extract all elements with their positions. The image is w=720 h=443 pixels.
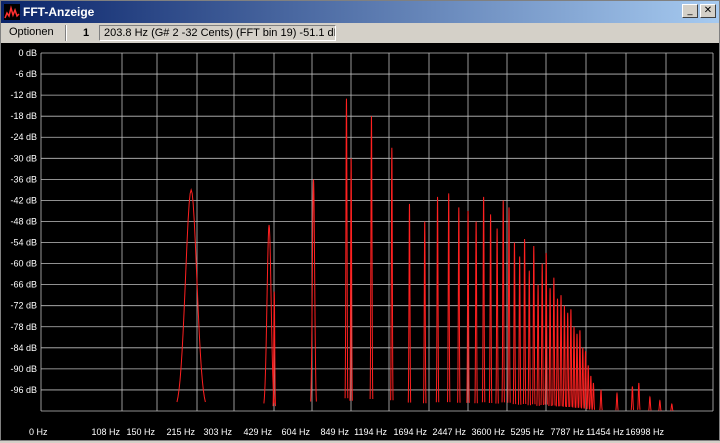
y-tick-label: -18 dB [10, 111, 37, 121]
spectrum-peak [562, 305, 567, 407]
y-axis-labels: 0 dB -6 dB -12 dB -18 dB -24 dB -30 dB -36 dB -… [10, 48, 37, 395]
spectrum-peak [637, 382, 641, 410]
x-tick-label: 2447 Hz [432, 427, 466, 437]
spectrum-peak [575, 333, 579, 408]
fft-plot-area[interactable]: 0 dB -6 dB -12 dB -18 dB -24 dB -30 dB -36 dB -… [1, 43, 719, 440]
y-tick-label: -42 dB [10, 195, 37, 205]
y-tick-label: -72 dB [10, 301, 37, 311]
x-tick-label: 150 Hz [126, 427, 155, 437]
spectrum-peak [532, 246, 536, 405]
spectrum-peak [495, 228, 499, 404]
x-tick-label: 1694 Hz [393, 427, 427, 437]
y-tick-label: -6 dB [15, 69, 37, 79]
spectrum-peak [435, 196, 440, 403]
y-tick-label: -30 dB [10, 153, 37, 163]
y-tick-label: -12 dB [10, 90, 37, 100]
y-tick-label: -48 dB [10, 216, 37, 226]
cursor-readout: 203.8 Hz (G# 2 -32 Cents) (FFT bin 19) -… [99, 25, 336, 41]
x-tick-label: 429 Hz [243, 427, 272, 437]
y-tick-label: 0 dB [18, 48, 37, 58]
spectrum-peak [569, 309, 573, 407]
spectrum-peak [263, 224, 275, 404]
spectrum-peak [407, 203, 412, 403]
spectrum-peak [599, 389, 603, 411]
spectrum-peak [591, 382, 596, 410]
spectrum-peak [552, 277, 556, 406]
toolbar-separator [65, 25, 67, 41]
spectrum-peak [474, 221, 478, 404]
y-tick-label: -36 dB [10, 174, 37, 184]
x-tick-label: 5295 Hz [510, 427, 544, 437]
x-axis-labels: 0 Hz 108 Hz 150 Hz 215 Hz 303 Hz 429 Hz 604 Hz… [29, 427, 664, 437]
x-tick-label: 16998 Hz [625, 427, 664, 437]
y-tick-label: -96 dB [10, 385, 37, 395]
spectrum-peak [390, 147, 394, 401]
close-button[interactable]: ✕ [700, 4, 716, 18]
title-bar[interactable]: FFT-Anzeige _ ✕ [1, 1, 719, 23]
spectrum-peak [670, 403, 674, 411]
y-tick-label: -78 dB [10, 322, 37, 332]
y-tick-label: -54 dB [10, 238, 37, 248]
spectrum-peak [512, 242, 517, 405]
close-icon: ✕ [703, 5, 713, 16]
x-tick-label: 0 Hz [29, 427, 48, 437]
spectrum-peak [658, 399, 662, 411]
spectrum-peak [648, 395, 652, 411]
fft-spectrum-chart[interactable]: 0 dB -6 dB -12 dB -18 dB -24 dB -30 dB -36 dB -… [1, 43, 719, 440]
spectrum-peak [481, 196, 486, 403]
spectrum-traces [176, 98, 674, 411]
y-tick-label: -90 dB [10, 364, 37, 374]
minimize-icon: _ [687, 5, 693, 16]
y-tick-label: -60 dB [10, 259, 37, 269]
y-tick-label: -66 dB [10, 280, 37, 290]
y-tick-label: -24 dB [10, 132, 37, 142]
toolbar: Optionen 1 203.8 Hz (G# 2 -32 Cents) (FF… [1, 23, 719, 43]
chart-grid [40, 52, 714, 412]
x-tick-label: 11454 Hz [586, 427, 624, 437]
spectrum-peak [423, 221, 427, 404]
spectrum-peak [447, 193, 451, 403]
spectrum-peak [517, 256, 522, 405]
y-tick-label: -84 dB [10, 343, 37, 353]
spectrum-peak [501, 200, 505, 403]
spectrum-peak [310, 179, 317, 402]
spectrum-peak [586, 365, 590, 410]
spectrum-peak [572, 326, 576, 408]
x-tick-label: 303 Hz [203, 427, 232, 437]
spectrum-peak [536, 284, 540, 406]
x-tick-label: 1194 Hz [354, 427, 387, 437]
options-menu[interactable]: Optionen [9, 26, 54, 38]
channel-button[interactable]: 1 [79, 25, 93, 41]
minimize-button[interactable]: _ [682, 4, 698, 18]
spectrum-peak [344, 98, 349, 399]
spectrum-peak [527, 270, 531, 406]
x-tick-label: 604 Hz [281, 427, 310, 437]
spectrum-peak [589, 375, 593, 410]
spectrum-icon [4, 4, 20, 20]
spectrum-peak [507, 207, 511, 403]
x-tick-label: 849 Hz [320, 427, 349, 437]
x-tick-label: 215 Hz [166, 427, 195, 437]
spectrum-peak [581, 347, 585, 409]
spectrum-peak [457, 207, 461, 403]
fft-window: FFT-Anzeige _ ✕ Optionen 1 203.8 Hz (G# … [0, 0, 720, 441]
x-tick-label: 3600 Hz [471, 427, 505, 437]
x-tick-label: 108 Hz [91, 427, 120, 437]
spectrum-peak [615, 391, 619, 411]
x-tick-label: 7787 Hz [550, 427, 584, 437]
window-title: FFT-Anzeige [23, 5, 95, 19]
